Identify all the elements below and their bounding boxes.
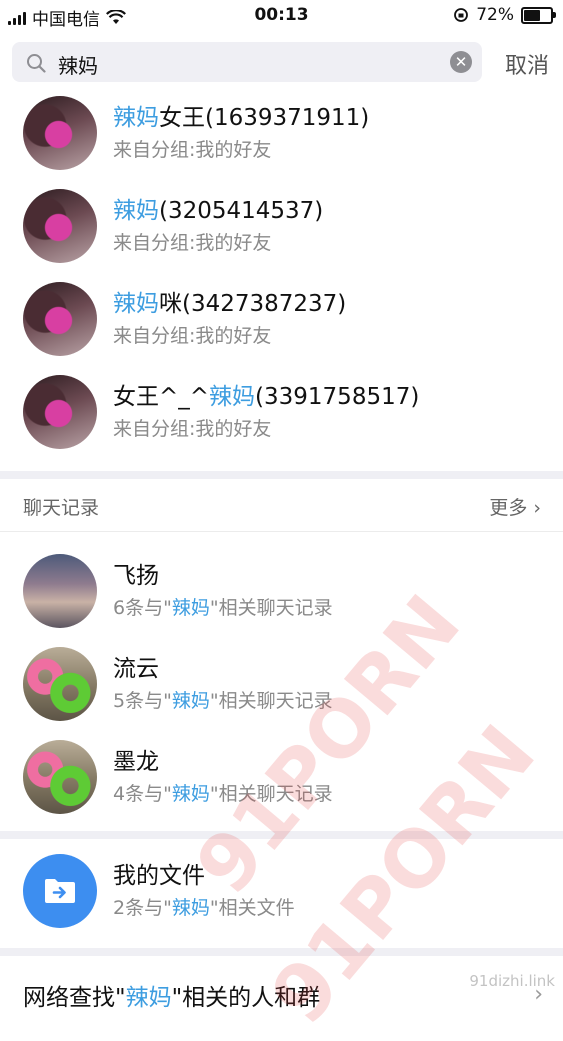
avatar — [23, 282, 97, 356]
chevron-right-icon: › — [533, 497, 541, 519]
contact-group: 来自分组:我的好友 — [113, 325, 272, 347]
chat-record-count: 5条与"辣妈"相关聊天记录 — [113, 690, 333, 712]
avatar — [23, 189, 97, 263]
folder-avatar — [23, 854, 97, 928]
more-button[interactable]: 更多 › — [489, 493, 541, 520]
contact-row[interactable]: 辣妈女王(1639371911) 来自分组:我的好友 — [0, 88, 563, 181]
section-title: 聊天记录 — [23, 497, 100, 519]
clear-icon[interactable]: ✕ — [450, 51, 472, 73]
rotation-lock-icon — [454, 8, 469, 22]
chat-history-header: 聊天记录 更多 › — [0, 479, 563, 532]
avatar — [23, 96, 97, 170]
avatar — [23, 554, 97, 628]
files-count: 2条与"辣妈"相关文件 — [113, 897, 295, 919]
contact-row[interactable]: 辣妈(3205414537) 来自分组:我的好友 — [0, 181, 563, 274]
status-bar: 中国电信 00:13 72% — [0, 0, 563, 32]
battery-icon — [521, 6, 556, 24]
avatar — [23, 375, 97, 449]
chat-name: 流云 — [113, 656, 159, 682]
watermark-url: 91dizhi.link — [469, 972, 555, 990]
contact-group: 来自分组:我的好友 — [113, 232, 272, 254]
contact-name: 辣妈女王(1639371911) — [113, 105, 370, 131]
folder-icon — [45, 879, 75, 903]
search-icon — [27, 54, 46, 73]
contact-row[interactable]: 女王^_^辣妈(3391758517) 来自分组:我的好友 — [0, 367, 563, 460]
battery-percent: 72% — [476, 5, 514, 25]
chat-record-row[interactable]: 飞扬 6条与"辣妈"相关聊天记录 — [0, 546, 563, 639]
cancel-button[interactable]: 取消 — [505, 48, 549, 80]
section-divider — [0, 948, 563, 956]
chat-name: 飞扬 — [113, 563, 159, 589]
chat-name: 墨龙 — [113, 749, 159, 775]
section-divider — [0, 471, 563, 479]
contact-name: 辣妈(3205414537) — [113, 198, 324, 224]
avatar — [23, 647, 97, 721]
avatar — [23, 740, 97, 814]
contact-group: 来自分组:我的好友 — [113, 418, 272, 440]
chat-record-count: 6条与"辣妈"相关聊天记录 — [113, 597, 333, 619]
chat-record-count: 4条与"辣妈"相关聊天记录 — [113, 783, 333, 805]
contact-name: 女王^_^辣妈(3391758517) — [113, 384, 420, 410]
my-files-row[interactable]: 我的文件 2条与"辣妈"相关文件 — [0, 846, 563, 939]
web-search-label: 网络查找"辣妈"相关的人和群 — [23, 985, 321, 1011]
files-title: 我的文件 — [113, 863, 205, 889]
chat-record-row[interactable]: 墨龙 4条与"辣妈"相关聊天记录 — [0, 732, 563, 825]
search-bar: 辣妈 ✕ 取消 — [0, 38, 563, 88]
contact-row[interactable]: 辣妈咪(3427387237) 来自分组:我的好友 — [0, 274, 563, 367]
contact-group: 来自分组:我的好友 — [113, 139, 272, 161]
search-query: 辣妈 — [58, 54, 98, 78]
contact-name: 辣妈咪(3427387237) — [113, 291, 347, 317]
search-input[interactable]: 辣妈 ✕ — [12, 42, 482, 82]
section-divider — [0, 831, 563, 839]
chat-record-row[interactable]: 流云 5条与"辣妈"相关聊天记录 — [0, 639, 563, 732]
